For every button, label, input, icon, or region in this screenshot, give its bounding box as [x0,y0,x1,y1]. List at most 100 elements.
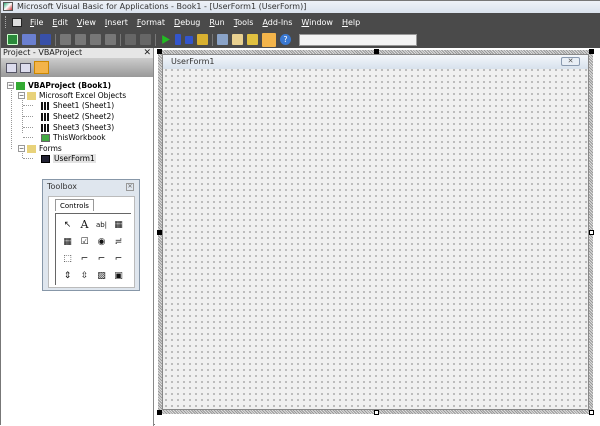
toolbox-icon[interactable] [262,32,276,47]
tree-item-thisworkbook[interactable]: ThisWorkbook [41,133,106,142]
close-icon[interactable]: ✕ [126,183,134,191]
optionbutton-icon[interactable]: ◉ [93,233,110,250]
resize-handle[interactable] [374,410,379,415]
window-title: Microsoft Visual Basic for Applications … [17,2,307,11]
tree-item-vbaproject[interactable]: − VBAProject (Book1) [7,81,111,90]
properties-icon[interactable] [232,34,243,45]
design-mode-icon[interactable] [197,34,208,45]
sheet-icon [41,101,50,110]
commandbutton-icon[interactable]: ⌐ [76,250,93,267]
menu-insert[interactable]: Insert [105,18,128,27]
folder-icon [27,91,36,100]
frame-icon[interactable]: ⬚ [59,250,76,267]
vbaproject-icon [16,81,25,90]
save-icon[interactable] [40,34,51,45]
document-icon[interactable] [12,17,22,27]
textbox-icon[interactable]: ab| [93,216,110,233]
project-toolbar [1,58,153,77]
listbox-icon[interactable]: ▦ [59,233,76,250]
view-excel-icon[interactable] [7,34,18,45]
object-browser-icon[interactable] [247,34,258,45]
separator [55,33,56,46]
separator [212,33,213,46]
menu-edit[interactable]: Edit [52,18,68,27]
tree-item-sheet2[interactable]: Sheet2 (Sheet2) [41,112,114,121]
tree-item-excel-objects[interactable]: − Microsoft Excel Objects [18,91,126,100]
image-icon[interactable]: ▨ [93,267,110,284]
paste-icon[interactable] [90,34,101,45]
userform-title: UserForm1 [171,57,215,66]
sheet-icon [41,123,50,132]
menu-tools[interactable]: Tools [234,18,254,27]
checkbox-icon[interactable]: ☑ [76,233,93,250]
view-code-icon[interactable] [6,62,17,73]
userform-title-bar: UserForm1 ✕ [163,55,588,69]
find-icon[interactable] [105,34,116,45]
close-icon: ✕ [561,57,580,66]
userform-canvas[interactable]: UserForm1 ✕ [162,54,589,410]
title-bar: Microsoft Visual Basic for Applications … [1,1,600,13]
help-search-combo[interactable] [299,33,417,46]
menu-add-ins[interactable]: Add-Ins [262,18,292,27]
tabstrip-icon[interactable]: ⌐ [93,250,110,267]
reset-icon[interactable] [185,35,193,44]
resize-handle[interactable] [589,230,594,235]
toolbox-title: Toolbox [47,182,77,191]
resize-handle [157,230,162,235]
resize-handle [157,49,162,54]
tree-item-userform1[interactable]: UserForm1 [41,154,96,163]
run-icon[interactable] [162,35,170,44]
resize-handle [589,49,594,54]
project-title-bar: Project - VBAProject ✕ [1,48,153,58]
scrollbar-icon[interactable]: ⇕ [59,267,76,284]
toolbox-title-bar: Toolbox ✕ [43,180,139,194]
multipage-icon[interactable]: ⌐ [110,250,127,267]
break-icon[interactable] [175,34,181,45]
separator [155,33,156,46]
tab-controls[interactable]: Controls [55,199,94,211]
select-objects-icon[interactable]: ↖ [59,216,76,233]
menu-format[interactable]: Format [137,18,165,27]
resize-handle [374,49,379,54]
project-explorer-icon[interactable] [217,34,228,45]
folder-icon [27,144,36,153]
menu-view[interactable]: View [77,18,96,27]
workbook-icon [41,133,50,142]
copy-icon[interactable] [75,34,86,45]
help-icon[interactable]: ? [280,34,291,45]
menu-run[interactable]: Run [209,18,224,27]
toolbox-panel: Controls ↖ A ab| ▦ ▦ ☑ ◉ ≓ ⬚ ⌐ ⌐ ⌐ ⇕ ⇳ ▨… [48,196,135,288]
userform-frame[interactable]: UserForm1 ✕ [158,50,593,414]
insert-userform-icon[interactable] [22,34,36,45]
standard-toolbar: ? [1,31,600,48]
sheet-icon [41,112,50,121]
grip-icon[interactable] [5,16,8,28]
form-designer: UserForm1 ✕ [155,48,600,426]
resize-handle [157,410,162,415]
spinbutton-icon[interactable]: ⇳ [76,267,93,284]
menu-file[interactable]: File [30,18,43,27]
project-title: Project - VBAProject [3,48,83,57]
view-object-icon[interactable] [20,62,31,73]
tree-item-sheet3[interactable]: Sheet3 (Sheet3) [41,123,114,132]
tree-item-sheet1[interactable]: Sheet1 (Sheet1) [41,101,114,110]
userform-icon [41,154,50,163]
redo-icon[interactable] [140,34,151,45]
togglebutton-icon[interactable]: ≓ [110,233,127,250]
cut-icon[interactable] [60,34,71,45]
resize-handle[interactable] [589,410,594,415]
separator [120,33,121,46]
label-icon[interactable]: A [76,216,93,233]
vba-app-icon [3,2,13,11]
menu-window[interactable]: Window [301,18,333,27]
undo-icon[interactable] [125,34,136,45]
menu-debug[interactable]: Debug [174,18,200,27]
toolbox-window: Toolbox ✕ Controls ↖ A ab| ▦ ▦ ☑ ◉ ≓ ⬚ ⌐… [42,179,140,291]
refedit-icon[interactable]: ▣ [110,267,127,284]
menu-help[interactable]: Help [342,18,360,27]
combobox-icon[interactable]: ▦ [110,216,127,233]
toggle-folders-icon[interactable] [34,61,49,74]
controls-grid: ↖ A ab| ▦ ▦ ☑ ◉ ≓ ⬚ ⌐ ⌐ ⌐ ⇕ ⇳ ▨ ▣ [55,213,131,285]
close-icon[interactable]: ✕ [143,48,151,58]
tree-item-forms[interactable]: − Forms [18,144,62,153]
